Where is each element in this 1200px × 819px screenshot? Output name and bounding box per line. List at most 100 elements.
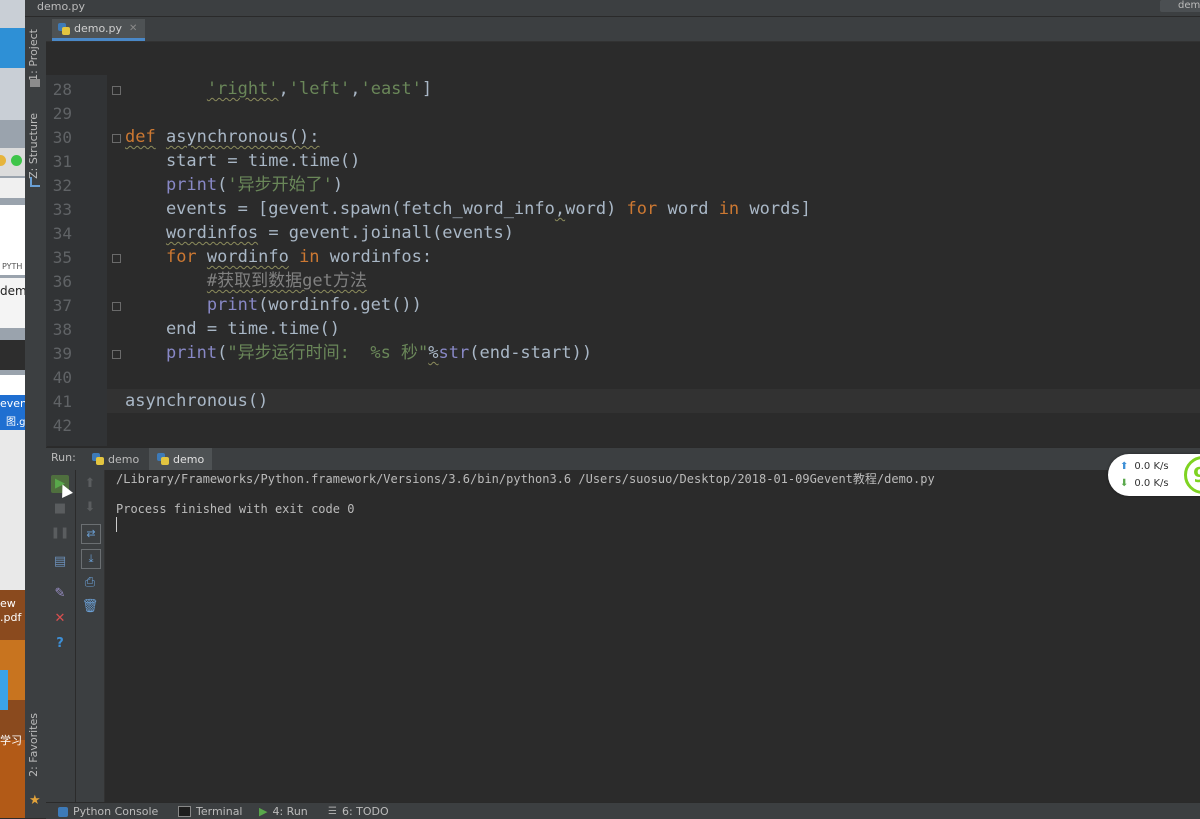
line-number: 29 [52, 104, 72, 123]
console-command-line: /Library/Frameworks/Python.framework/Ver… [116, 472, 935, 486]
line-number: 32 [52, 176, 72, 195]
down-arrow-icon[interactable]: ⬇ [81, 499, 99, 517]
code-line: print(wordinfo.get()) [206, 295, 422, 315]
desktop-pdf-label: .pdf [0, 611, 22, 624]
line-number: 41 [52, 392, 72, 411]
python-icon [58, 806, 68, 817]
line-number: 35 [52, 248, 72, 267]
download-arrow-icon: ⬇ [1120, 478, 1129, 489]
editor-tab-label: demo.py [74, 22, 122, 35]
run-console[interactable] [105, 470, 1200, 802]
run-tab-demo-2[interactable]: demo [149, 448, 213, 470]
structure-tool-button[interactable]: Z: Structure [27, 113, 40, 179]
window-title-bar: demo.py dem [25, 0, 1200, 17]
fold-marker-icon[interactable] [112, 254, 121, 263]
code-line: start = time.time() [125, 151, 361, 171]
line-number: 28 [52, 80, 72, 99]
current-line-highlight [107, 389, 1200, 413]
favorites-star-icon: ★ [29, 793, 41, 808]
desktop-background-strip: PYTH demo eventi 图.g ew .pdf 学习 [0, 0, 25, 818]
editor-breadcrumb-strip [46, 42, 1200, 75]
soft-wrap-button[interactable]: ⇄ [81, 524, 101, 544]
left-tool-stripe: 1: Project Z: Structure 2: Favorites ★ [25, 17, 47, 818]
pin-tab-icon[interactable]: ✎ [51, 585, 69, 603]
run-tab-demo-1[interactable]: demo [84, 448, 147, 470]
line-number: 34 [52, 224, 72, 243]
run-panel-header: Run: demo demo [46, 447, 1200, 471]
desktop-study-label: 学习 [0, 734, 22, 747]
console-exit-line: Process finished with exit code 0 [116, 502, 355, 516]
help-icon[interactable]: ? [51, 635, 69, 653]
code-line: print('异步开始了') [165, 175, 344, 195]
run-tool-tab[interactable]: ▶ 4: Run [259, 805, 308, 818]
favorites-tool-button[interactable]: 2: Favorites [27, 713, 40, 777]
run-panel-label: Run: [51, 451, 76, 464]
window-title: demo.py [37, 0, 85, 13]
run-toolbar-primary: ▶ ■ ❚❚ ▤ ✎ ✕ ? [46, 470, 75, 802]
close-icon[interactable]: ✕ [129, 23, 137, 34]
project-icon [30, 79, 40, 87]
python-file-icon [157, 453, 169, 465]
code-line: wordinfos = gevent.joinall(events) [165, 223, 514, 243]
line-number: 39 [52, 344, 72, 363]
run-tool-label: 4: Run [272, 805, 308, 818]
code-line: asynchronous() [125, 391, 269, 411]
todo-icon: ☰ [328, 806, 337, 817]
fold-marker-icon[interactable] [112, 350, 121, 359]
bottom-tool-bar: Python Console Terminal ▶ 4: Run ☰ 6: TO… [46, 802, 1200, 819]
python-console-label: Python Console [73, 805, 159, 818]
fold-marker-icon[interactable] [112, 302, 121, 311]
print-icon[interactable]: ⎙ [81, 574, 99, 592]
fold-marker-icon[interactable] [112, 134, 121, 143]
scroll-to-end-button[interactable]: ⤓ [81, 549, 101, 569]
python-console-tab[interactable]: Python Console [58, 805, 158, 818]
fold-marker-icon[interactable] [112, 86, 121, 95]
desktop-eventi-label: eventi [0, 397, 25, 410]
dump-threads-button[interactable]: ▤ [51, 553, 69, 571]
desktop-view-label: ew [0, 597, 16, 610]
code-line: 'right','left','east'] [206, 79, 433, 99]
line-number: 40 [52, 368, 72, 387]
code-line: print("异步运行时间: %s 秒"%str(end-start)) [165, 343, 593, 363]
download-speed: 0.0 K/s [1134, 478, 1169, 489]
desktop-python-label: PYTH [2, 262, 23, 271]
editor-tab-bar: demo.py ✕ [46, 17, 1200, 42]
desktop-demo-label: demo [0, 284, 25, 298]
terminal-tab[interactable]: Terminal [178, 805, 243, 818]
code-line: #获取到数据get方法 [206, 271, 367, 291]
line-number: 36 [52, 272, 72, 291]
window-green-button [11, 155, 22, 166]
network-speed-widget: ⬆ 0.0 K/s ⬇ 0.0 K/s 9 [1108, 454, 1200, 496]
line-number: 30 [52, 128, 72, 147]
code-line: end = time.time() [125, 319, 340, 339]
python-file-icon [58, 22, 70, 35]
editor-tab-demo-py[interactable]: demo.py ✕ [52, 19, 146, 41]
structure-icon [30, 177, 40, 187]
python-file-icon [92, 453, 104, 465]
memory-badge[interactable]: 9 [1184, 456, 1200, 494]
code-line: def asynchronous(): [125, 127, 320, 147]
desktop-image-label: 图.g [6, 417, 25, 428]
todo-tab[interactable]: ☰ 6: TODO [328, 805, 389, 818]
project-tool-button[interactable]: 1: Project [27, 29, 40, 81]
run-toolbar-secondary: ⬆ ⬇ ⇄ ⤓ ⎙ 🗑 [76, 470, 105, 802]
stop-button[interactable]: ■ [51, 500, 69, 518]
upload-arrow-icon: ⬆ [1120, 461, 1129, 472]
run-tab-label: demo [173, 452, 205, 466]
console-caret [116, 517, 117, 532]
trash-icon[interactable]: 🗑 [81, 598, 99, 616]
line-number: 33 [52, 200, 72, 219]
run-tab-label: demo [108, 452, 140, 466]
up-arrow-icon[interactable]: ⬆ [81, 475, 99, 493]
line-number: 38 [52, 320, 72, 339]
upload-speed: 0.0 K/s [1134, 461, 1169, 472]
pause-button[interactable]: ❚❚ [51, 524, 69, 542]
run-icon: ▶ [259, 805, 268, 818]
todo-label: 6: TODO [341, 805, 389, 818]
title-bar-right-tab[interactable]: dem [1160, 0, 1200, 12]
close-run-button[interactable]: ✕ [51, 610, 69, 628]
code-line: for wordinfo in wordinfos: [165, 247, 433, 267]
terminal-icon [178, 806, 191, 817]
code-line: events = [gevent.spawn(fetch_word_info,w… [125, 199, 811, 219]
line-number: 31 [52, 152, 72, 171]
